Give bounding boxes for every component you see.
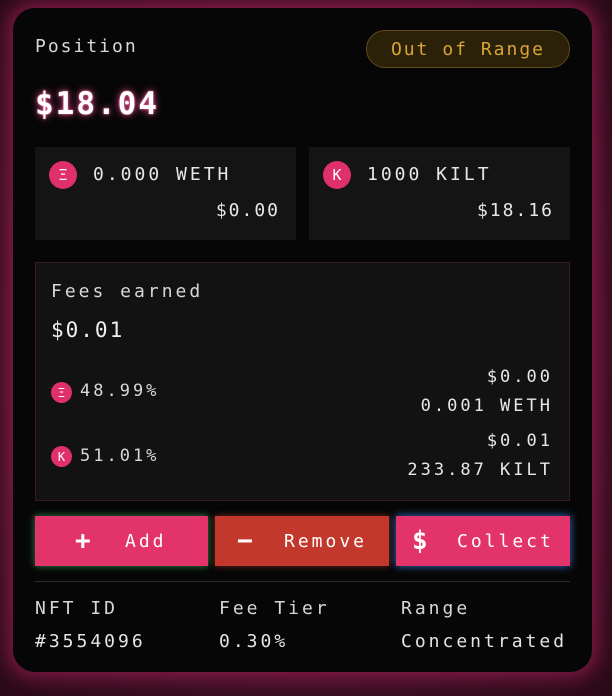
token-box-weth: Ξ 0.000 WETH $0.00 [35, 147, 296, 240]
fees-label: Fees earned [51, 281, 204, 302]
minus-icon: − [237, 526, 256, 556]
token-amount: 0.000 WETH [93, 164, 232, 185]
add-button-label: Add [125, 530, 167, 552]
collect-button-label: Collect [457, 530, 554, 552]
plus-icon: + [75, 526, 94, 556]
fees-total: $0.01 [51, 318, 125, 342]
detail-label: Fee Tier [219, 598, 330, 619]
position-title: Position [35, 36, 138, 57]
status-badge: Out of Range [366, 30, 570, 68]
fee-amount: 0.001 WETH [420, 396, 553, 416]
add-button[interactable]: + Add [35, 516, 208, 566]
token-amount: 1000 KILT [367, 164, 492, 185]
dollar-icon: $ [412, 526, 431, 556]
token-usd: $0.00 [215, 200, 280, 221]
kilt-coin-icon: K [51, 446, 72, 467]
detail-value: Concentrated [401, 631, 568, 652]
fee-amount: 233.87 KILT [407, 460, 553, 480]
fee-usd: $0.01 [486, 431, 553, 451]
token-box-kilt: K 1000 KILT $18.16 [309, 147, 570, 240]
position-card: Position Out of Range $18.04 Ξ 0.000 WET… [13, 8, 592, 672]
fee-percent: 51.01% [80, 446, 160, 466]
remove-button-label: Remove [284, 530, 368, 552]
detail-range: Range Concentrated [401, 598, 567, 652]
weth-coin-icon: Ξ [51, 382, 72, 403]
fees-panel: Fees earned $0.01 Ξ 48.99% $0.00 0.001 W… [35, 262, 570, 501]
detail-nft-id: NFT ID #3554096 [35, 598, 146, 652]
divider [35, 581, 570, 582]
weth-coin-icon: Ξ [49, 161, 77, 189]
token-usd: $18.16 [476, 200, 554, 221]
fee-usd: $0.00 [486, 367, 553, 387]
remove-button[interactable]: − Remove [215, 516, 389, 566]
position-value: $18.04 [35, 86, 159, 122]
detail-value: #3554096 [35, 631, 146, 652]
detail-label: NFT ID [35, 598, 119, 619]
collect-button[interactable]: $ Collect [396, 516, 570, 566]
detail-label: Range [401, 598, 471, 619]
detail-value: 0.30% [219, 631, 289, 652]
detail-fee-tier: Fee Tier 0.30% [219, 598, 330, 652]
kilt-coin-icon: K [323, 161, 351, 189]
fee-percent: 48.99% [80, 381, 160, 401]
